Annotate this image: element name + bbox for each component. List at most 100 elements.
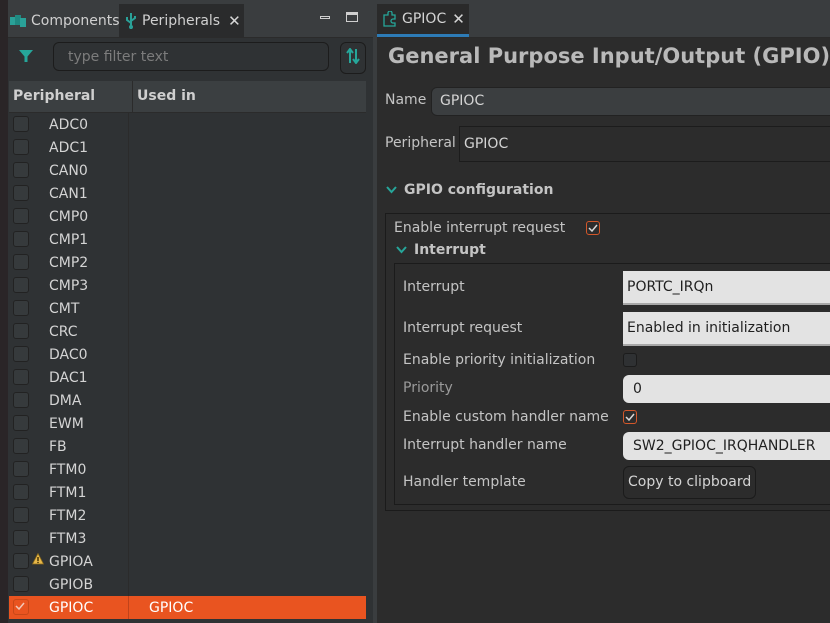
tab-components[interactable]: Components [8,4,124,37]
table-row[interactable]: GPIOB [9,573,366,596]
interrupt-section-label: Interrupt [414,242,486,258]
peripheral-checkbox[interactable] [13,254,29,270]
peripheral-checkbox[interactable] [13,162,29,178]
close-icon[interactable]: ✕ [452,10,465,28]
peripheral-cell: FTM0 [9,458,129,481]
peripheral-cell: GPIOB [9,573,129,596]
check-icon [15,602,25,611]
peripheral-cell: CMP2 [9,251,129,274]
enable-interrupt-request-checkbox[interactable] [586,221,600,235]
peripheral-checkbox[interactable] [13,461,29,477]
column-header-peripheral[interactable]: Peripheral [9,81,133,112]
peripheral-checkbox[interactable] [13,277,29,293]
table-row[interactable]: CMP0 [9,205,366,228]
peripheral-checkbox[interactable] [13,553,29,569]
tab-components-label: Components [31,12,120,29]
table-row[interactable]: DAC1 [9,366,366,389]
tab-gpioc[interactable]: GPIOC ✕ [377,4,469,37]
peripheral-checkbox[interactable] [13,484,29,500]
table-row[interactable]: CMP3 [9,274,366,297]
table-row[interactable]: CMP2 [9,251,366,274]
peripheral-name: FTM3 [49,530,87,547]
enable-custom-handler-name-label: Enable custom handler name [403,409,609,425]
enable-priority-initialization-checkbox[interactable] [623,353,637,367]
peripheral-cell: CAN1 [9,182,129,205]
peripheral-checkbox[interactable] [13,438,29,454]
warning-icon [31,552,45,569]
peripheral-name: CAN0 [49,162,88,179]
peripheral-name: GPIOC [49,599,94,616]
peripheral-cell: CRC [9,320,129,343]
table-row[interactable]: EWM [9,412,366,435]
peripheral-name: FB [49,438,67,455]
page-title-text: General Purpose Input/Output (GPIO) [388,44,830,68]
peripheral-cell: DAC1 [9,366,129,389]
peripheral-name: CMT [49,300,80,317]
table-row[interactable]: GPIOA [9,550,366,573]
filter-icon[interactable] [18,48,34,68]
enable-custom-handler-name-checkbox[interactable] [623,410,637,424]
peripheral-name: FTM2 [49,507,87,524]
peripheral-label: Peripheral [385,135,456,151]
peripheral-checkbox[interactable] [13,369,29,385]
priority-field[interactable]: 0 [623,375,830,403]
table-row[interactable]: DAC0 [9,343,366,366]
editor-panel: GPIOC ✕ General Purpose Input/Output (GP… [377,0,830,623]
table-row[interactable]: DMA [9,389,366,412]
peripheral-checkbox[interactable] [13,530,29,546]
table-row[interactable]: FB [9,435,366,458]
peripheral-checkbox[interactable] [13,576,29,592]
peripheral-checkbox[interactable] [13,185,29,201]
interrupt-combo[interactable]: PORTC_IRQn [623,271,830,305]
peripheral-cell: FTM2 [9,504,129,527]
peripheral-field[interactable]: GPIOC [459,126,830,162]
peripheral-cell: FB [9,435,129,458]
peripheral-checkbox[interactable] [13,208,29,224]
name-field[interactable]: GPIOC [431,87,830,116]
copy-to-clipboard-button[interactable]: Copy to clipboard [623,466,757,499]
table-row[interactable]: FTM0 [9,458,366,481]
tab-peripherals[interactable]: Peripherals ✕ [119,4,244,37]
table-row[interactable]: FTM1 [9,481,366,504]
peripheral-checkbox[interactable] [13,116,29,132]
table-row[interactable]: FTM3 [9,527,366,550]
close-icon[interactable]: ✕ [228,12,241,30]
table-row[interactable]: CAN0 [9,159,366,182]
peripheral-checkbox[interactable] [13,415,29,431]
peripheral-checkbox[interactable] [13,231,29,247]
sort-button[interactable] [340,42,366,74]
table-row[interactable]: CRC [9,320,366,343]
peripheral-name: CAN1 [49,185,88,202]
peripheral-name: CRC [49,323,78,340]
peripheral-name: CMP1 [49,231,89,248]
column-header-used-in[interactable]: Used in [133,81,196,112]
peripheral-name: DAC0 [49,346,88,363]
peripheral-checkbox[interactable] [13,392,29,408]
table-row[interactable]: CMP1 [9,228,366,251]
interrupt-request-combo[interactable]: Enabled in initialization [623,312,830,346]
peripheral-checkbox[interactable] [13,599,29,615]
filter-input[interactable] [53,42,329,71]
table-row[interactable]: GPIOC GPIOC [9,596,366,619]
peripheral-checkbox[interactable] [13,507,29,523]
minimize-button[interactable] [320,16,330,19]
interrupt-section[interactable]: Interrupt [396,242,486,258]
peripherals-panel: Components Peripherals ✕ Peripheral Used… [0,0,373,623]
table-row[interactable]: ADC0 [9,113,366,136]
peripheral-checkbox[interactable] [13,300,29,316]
table-row[interactable]: CAN1 [9,182,366,205]
maximize-button[interactable] [346,12,358,22]
table-row[interactable]: CMT [9,297,366,320]
peripheral-checkbox[interactable] [13,139,29,155]
table-row[interactable]: FTM2 [9,504,366,527]
peripheral-cell: CAN0 [9,159,129,182]
filter-row [8,38,373,78]
interrupt-handler-name-field[interactable]: SW2_GPIOC_IRQHANDLER [623,432,830,460]
table-row[interactable]: ADC1 [9,136,366,159]
gpio-configuration-section[interactable]: GPIO configuration [386,182,553,198]
peripheral-name: ADC0 [49,116,89,133]
peripheral-cell: GPIOC [9,596,129,619]
peripheral-checkbox[interactable] [13,323,29,339]
used-in-cell: GPIOC [149,599,194,616]
peripheral-checkbox[interactable] [13,346,29,362]
